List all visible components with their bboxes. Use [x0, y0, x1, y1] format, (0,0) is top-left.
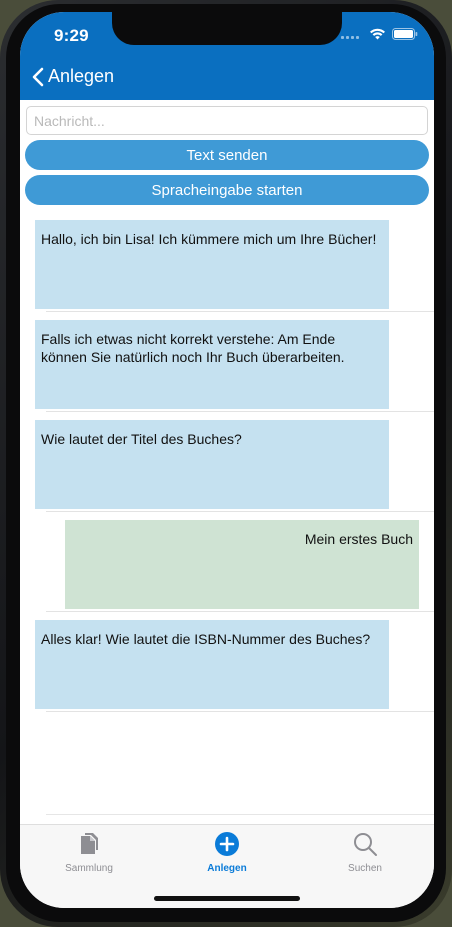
status-time: 9:29	[54, 26, 89, 45]
battery-icon	[392, 28, 418, 40]
nav-header: 9:29 Anlegen	[20, 12, 434, 100]
list-item: Mein erstes Buch	[20, 512, 434, 612]
cellular-signal-icon	[341, 29, 363, 39]
list-item: Wie lautet der Titel des Buches?	[20, 412, 434, 512]
plus-circle-icon	[215, 832, 239, 856]
chat-list[interactable]: Hallo, ich bin Lisa! Ich kümmere mich um…	[20, 212, 434, 824]
bot-message: Alles klar! Wie lautet die ISBN-Nummer d…	[35, 620, 389, 709]
divider	[46, 814, 434, 815]
chevron-left-icon	[32, 67, 44, 86]
status-icons	[341, 28, 418, 40]
list-item: Falls ich etwas nicht korrekt verstehe: …	[20, 312, 434, 412]
list-item: Hallo, ich bin Lisa! Ich kümmere mich um…	[20, 212, 434, 312]
bot-message: Wie lautet der Titel des Buches?	[35, 420, 389, 509]
bot-message: Hallo, ich bin Lisa! Ich kümmere mich um…	[35, 220, 389, 309]
tab-label: Suchen	[348, 863, 382, 874]
back-label: Anlegen	[48, 66, 115, 86]
start-voice-input-button[interactable]: Spracheingabe starten	[25, 175, 429, 205]
divider	[46, 711, 434, 712]
notch	[112, 12, 342, 45]
bot-message: Falls ich etwas nicht korrekt verstehe: …	[35, 320, 389, 409]
tab-sammlung[interactable]: Sammlung	[29, 831, 149, 877]
list-item: Alles klar! Wie lautet die ISBN-Nummer d…	[20, 612, 434, 712]
wifi-icon	[370, 28, 385, 40]
back-button[interactable]: Anlegen	[32, 66, 114, 87]
tab-label: Sammlung	[65, 863, 113, 874]
user-message: Mein erstes Buch	[65, 520, 419, 609]
send-text-button[interactable]: Text senden	[25, 140, 429, 170]
message-input[interactable]	[26, 106, 428, 135]
screen: 9:29 Anlegen Text senden Spracheing	[20, 12, 434, 908]
documents-icon	[81, 833, 98, 854]
home-indicator[interactable]	[154, 896, 300, 901]
tab-anlegen[interactable]: Anlegen	[167, 831, 287, 877]
tab-suchen[interactable]: Suchen	[305, 831, 425, 877]
search-icon	[354, 833, 377, 856]
tab-label: Anlegen	[207, 863, 247, 874]
